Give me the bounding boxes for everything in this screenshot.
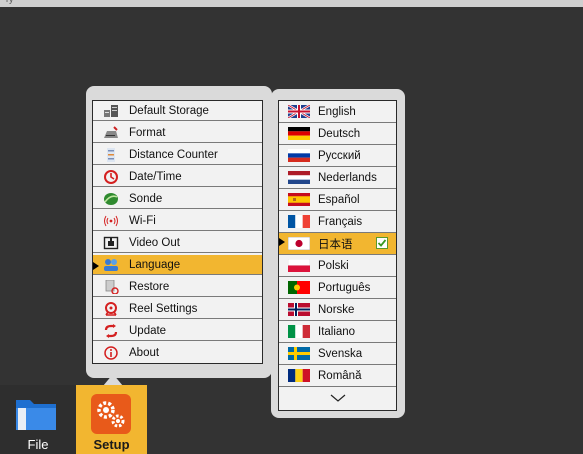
russia-flag-icon — [288, 149, 310, 162]
language-label: Svenska — [318, 347, 363, 360]
language-item-nederlands[interactable]: Nederlands — [279, 167, 396, 189]
menu-item-label: Language — [129, 258, 181, 271]
menu-item-label: Default Storage — [129, 104, 209, 117]
top-title-fragment: ry — [6, 0, 14, 4]
menu-item-language[interactable]: Language — [93, 255, 262, 275]
language-label: Português — [318, 281, 371, 294]
menu-item-update[interactable]: Update — [93, 321, 262, 341]
top-title-strip: ry — [0, 0, 583, 7]
italy-flag-icon — [288, 325, 310, 338]
sonde-icon — [103, 192, 119, 206]
menu-item-label: Video Out — [129, 236, 180, 249]
menu-item-label: Wi-Fi — [129, 214, 156, 227]
language-label: Français — [318, 215, 363, 228]
language-label: Español — [318, 193, 360, 206]
romania-flag-icon — [288, 369, 310, 382]
poland-flag-icon — [288, 259, 310, 272]
scroll-down-button[interactable] — [279, 387, 396, 409]
menu-item-wifi[interactable]: Wi-Fi — [93, 211, 262, 231]
checkmark-icon — [376, 237, 388, 249]
clock-icon — [103, 169, 119, 184]
dock-setup-button[interactable]: Setup — [76, 385, 147, 454]
language-item-russian[interactable]: Русский — [279, 145, 396, 167]
language-label: Nederlands — [318, 171, 377, 184]
language-item-portugues[interactable]: Português — [279, 277, 396, 299]
sweden-flag-icon — [288, 347, 310, 360]
language-item-deutsch[interactable]: Deutsch — [279, 123, 396, 145]
language-label: Deutsch — [318, 127, 361, 140]
menu-item-date-time[interactable]: Date/Time — [93, 167, 262, 187]
menu-item-label: Update — [129, 324, 167, 337]
language-item-espanol[interactable]: Español — [279, 189, 396, 211]
menu-item-label: About — [129, 347, 160, 359]
menu-item-label: Date/Time — [129, 170, 182, 183]
language-label: Norske — [318, 303, 355, 316]
menu-item-distance-counter[interactable]: Distance Counter — [93, 145, 262, 165]
language-item-english[interactable]: English — [279, 101, 396, 123]
menu-item-video-out[interactable]: Video Out — [93, 233, 262, 253]
language-label: Русский — [318, 149, 361, 162]
menu-item-about[interactable]: About — [93, 343, 262, 363]
menu-item-restore[interactable]: Restore — [93, 277, 262, 297]
menu-item-label: Distance Counter — [129, 148, 218, 161]
dock-file-label: File — [27, 437, 49, 452]
menu-item-reel-settings[interactable]: Reel Settings — [93, 299, 262, 319]
language-icon — [103, 258, 119, 272]
selected-language-arrow-icon — [279, 238, 285, 246]
norway-flag-icon — [288, 303, 310, 316]
language-label: Polski — [318, 259, 349, 272]
language-item-italiano[interactable]: Italiano — [279, 321, 396, 343]
uk-flag-icon — [288, 105, 310, 118]
menu-item-label: Restore — [129, 280, 170, 293]
france-flag-icon — [288, 215, 310, 228]
restore-icon — [103, 279, 119, 294]
menu-item-label: Reel Settings — [129, 302, 198, 315]
distance-counter-icon — [103, 147, 119, 162]
language-label: Italiano — [318, 325, 356, 338]
dock-file-button[interactable]: File — [0, 385, 76, 454]
language-item-francais[interactable]: Français — [279, 211, 396, 233]
dock-setup-label: Setup — [93, 437, 130, 452]
language-item-norske[interactable]: Norske — [279, 299, 396, 321]
portugal-flag-icon — [288, 281, 310, 294]
reel-icon — [103, 301, 119, 316]
gears-icon — [91, 394, 131, 434]
wifi-icon — [103, 214, 119, 228]
update-icon — [103, 323, 119, 338]
language-item-polski[interactable]: Polski — [279, 255, 396, 277]
storage-icon — [103, 104, 119, 118]
selected-item-arrow-icon — [93, 262, 99, 270]
format-icon — [103, 125, 119, 140]
folder-icon — [16, 400, 56, 430]
menu-item-format[interactable]: Format — [93, 123, 262, 143]
language-item-svenska[interactable]: Svenska — [279, 343, 396, 365]
spain-flag-icon — [288, 193, 310, 206]
germany-flag-icon — [288, 127, 310, 140]
menu-item-label: Sonde — [129, 192, 163, 205]
netherlands-flag-icon — [288, 171, 310, 184]
language-label: 日本语 — [318, 238, 353, 251]
language-item-romana[interactable]: Română — [279, 365, 396, 387]
language-label: English — [318, 105, 356, 118]
language-item-japanese[interactable]: 日本语 — [279, 233, 396, 255]
japan-flag-icon — [288, 237, 310, 250]
chevron-down-icon — [330, 394, 345, 402]
info-icon — [103, 346, 119, 360]
menu-item-default-storage[interactable]: Default Storage — [93, 101, 262, 121]
video-out-icon — [103, 236, 119, 250]
language-label: Română — [318, 369, 362, 382]
menu-item-sonde[interactable]: Sonde — [93, 189, 262, 209]
menu-item-label: Format — [129, 126, 166, 139]
